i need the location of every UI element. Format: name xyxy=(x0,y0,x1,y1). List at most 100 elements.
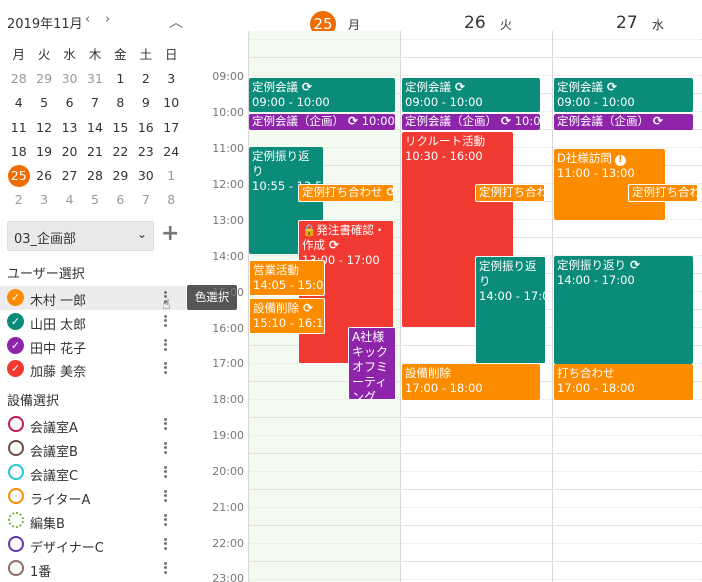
facility-item[interactable]: 1番 xyxy=(0,557,186,581)
event-block[interactable]: 定例打ち合わせ xyxy=(475,184,545,202)
day-cell[interactable]: 2 xyxy=(133,67,158,91)
time-grid[interactable]: 定例会議 ⟳ 09:00 - 10:00 定例会議（企画） ⟳ 10:00 定例振り… xyxy=(248,31,702,582)
user-item[interactable]: ✓ 加藤 美奈 xyxy=(0,357,186,381)
add-button[interactable]: + xyxy=(161,222,179,246)
day-cell[interactable]: 30 xyxy=(133,164,158,188)
event-block[interactable]: 定例打ち合わせ xyxy=(628,184,698,202)
day-cell[interactable]: 17 xyxy=(159,116,184,140)
event-block[interactable]: 定例会議（企画） ⟳ 10:00 xyxy=(249,114,395,130)
day-cell[interactable]: 24 xyxy=(159,140,184,164)
facility-item[interactable]: 会議室A xyxy=(0,413,186,437)
more-vert-icon[interactable] xyxy=(161,337,169,355)
day-cell[interactable]: 11 xyxy=(6,116,31,140)
event-block[interactable]: A社様キックオフミーティング xyxy=(348,327,396,400)
more-vert-icon[interactable] xyxy=(161,560,169,578)
checkbox-ring-icon[interactable] xyxy=(8,512,24,528)
day-cell[interactable]: 4 xyxy=(6,91,31,115)
event-block[interactable]: 定例会議 ⟳ 09:00 - 10:00 xyxy=(554,78,693,112)
facility-item[interactable]: デザイナーC xyxy=(0,533,186,557)
day-cell[interactable]: 28 xyxy=(6,67,31,91)
more-vert-icon[interactable] xyxy=(161,416,169,434)
time-label: 15:00 xyxy=(212,286,244,299)
day-cell[interactable]: 3 xyxy=(31,188,56,212)
day-cell[interactable]: 1 xyxy=(108,67,133,91)
more-vert-icon[interactable] xyxy=(161,313,169,331)
more-vert-icon[interactable] xyxy=(161,464,169,482)
check-icon[interactable]: ✓ xyxy=(7,337,24,354)
lock-icon: 🔒 xyxy=(302,223,317,237)
event-block[interactable]: 設備削除 17:00 - 18:00 xyxy=(402,364,540,400)
facility-item[interactable]: 会議室B xyxy=(0,437,186,461)
checkbox-ring-icon[interactable] xyxy=(8,560,24,576)
event-block[interactable]: 定例打ち合わせ ⟳ xyxy=(298,184,394,202)
event-block[interactable]: 定例会議（企画） ⟳ 10:00 xyxy=(402,114,540,130)
chevron-right-icon[interactable]: › xyxy=(105,12,110,27)
event-block[interactable]: 定例振り返り ⟳ 14:00 - 17:00 xyxy=(554,256,693,364)
day-cell[interactable]: 23 xyxy=(133,140,158,164)
user-item[interactable]: ✓ 木村 一郎 xyxy=(0,286,186,310)
day-cell[interactable]: 27 xyxy=(57,164,82,188)
day-cell[interactable]: 26 xyxy=(31,164,56,188)
day-cell[interactable]: 16 xyxy=(133,116,158,140)
day-cell[interactable]: 22 xyxy=(108,140,133,164)
day-cell-today[interactable]: 25 xyxy=(6,164,31,188)
facility-item[interactable]: 会議室C xyxy=(0,461,186,485)
day-cell[interactable]: 9 xyxy=(133,91,158,115)
user-item[interactable]: ✓ 山田 太郎 xyxy=(0,310,186,334)
check-icon[interactable]: ✓ xyxy=(7,313,24,330)
day-cell[interactable]: 5 xyxy=(82,188,107,212)
day-cell[interactable]: 6 xyxy=(108,188,133,212)
chevron-up-icon[interactable]: ︿ xyxy=(169,12,183,32)
day-cell[interactable]: 8 xyxy=(159,188,184,212)
day-cell[interactable]: 31 xyxy=(82,67,107,91)
day-cell[interactable]: 29 xyxy=(108,164,133,188)
day-cell[interactable]: 7 xyxy=(133,188,158,212)
day-cell[interactable]: 4 xyxy=(57,188,82,212)
checkbox-ring-icon[interactable] xyxy=(8,536,24,552)
event-time: 15:10 - 16:10 xyxy=(253,316,325,330)
more-vert-icon[interactable] xyxy=(161,536,169,554)
check-icon[interactable]: ✓ xyxy=(7,360,24,377)
day-cell[interactable]: 1 xyxy=(159,164,184,188)
day-cell[interactable]: 29 xyxy=(31,67,56,91)
checkbox-ring-icon[interactable] xyxy=(8,488,24,504)
facility-item[interactable]: ライターA xyxy=(0,485,186,509)
day-cell[interactable]: 21 xyxy=(82,140,107,164)
day-cell[interactable]: 10 xyxy=(159,91,184,115)
checkbox-ring-icon[interactable] xyxy=(8,464,24,480)
event-title: 定例振り返り xyxy=(252,149,310,178)
day-cell[interactable]: 12 xyxy=(31,116,56,140)
department-select[interactable]: 03_企画部 ⌄ xyxy=(7,221,154,251)
more-vert-icon[interactable] xyxy=(161,440,169,458)
day-cell[interactable]: 8 xyxy=(108,91,133,115)
day-cell[interactable]: 2 xyxy=(6,188,31,212)
day-cell[interactable]: 3 xyxy=(159,67,184,91)
event-block[interactable]: 定例振り返り 14:00 - 17:00 xyxy=(475,256,546,364)
day-cell[interactable]: 28 xyxy=(82,164,107,188)
day-cell[interactable]: 6 xyxy=(57,91,82,115)
checkbox-ring-icon[interactable] xyxy=(8,416,24,432)
day-cell[interactable]: 15 xyxy=(108,116,133,140)
more-vert-icon[interactable] xyxy=(161,360,169,378)
event-block[interactable]: 定例会議 ⟳ 09:00 - 10:00 xyxy=(402,78,540,112)
check-icon[interactable]: ✓ xyxy=(7,289,24,306)
event-block[interactable]: 定例会議（企画） ⟳ xyxy=(554,114,693,130)
day-cell[interactable]: 13 xyxy=(57,116,82,140)
event-block[interactable]: 定例会議 ⟳ 09:00 - 10:00 xyxy=(249,78,395,112)
day-cell[interactable]: 18 xyxy=(6,140,31,164)
facility-item[interactable]: 編集B xyxy=(0,509,186,533)
more-vert-icon[interactable] xyxy=(161,488,169,506)
more-vert-icon[interactable] xyxy=(161,512,169,530)
day-cell[interactable]: 19 xyxy=(31,140,56,164)
event-block[interactable]: 営業活動 14:05 - 15:05 xyxy=(249,260,325,296)
day-cell[interactable]: 5 xyxy=(31,91,56,115)
chevron-left-icon[interactable]: ‹ xyxy=(85,12,90,27)
checkbox-ring-icon[interactable] xyxy=(8,440,24,456)
event-block[interactable]: 打ち合わせ 17:00 - 18:00 xyxy=(554,364,693,400)
user-item[interactable]: ✓ 田中 花子 xyxy=(0,334,186,358)
day-cell[interactable]: 20 xyxy=(57,140,82,164)
day-cell[interactable]: 7 xyxy=(82,91,107,115)
day-cell[interactable]: 14 xyxy=(82,116,107,140)
day-cell[interactable]: 30 xyxy=(57,67,82,91)
event-block[interactable]: 設備削除 ⟳ 15:10 - 16:10 xyxy=(249,298,325,334)
